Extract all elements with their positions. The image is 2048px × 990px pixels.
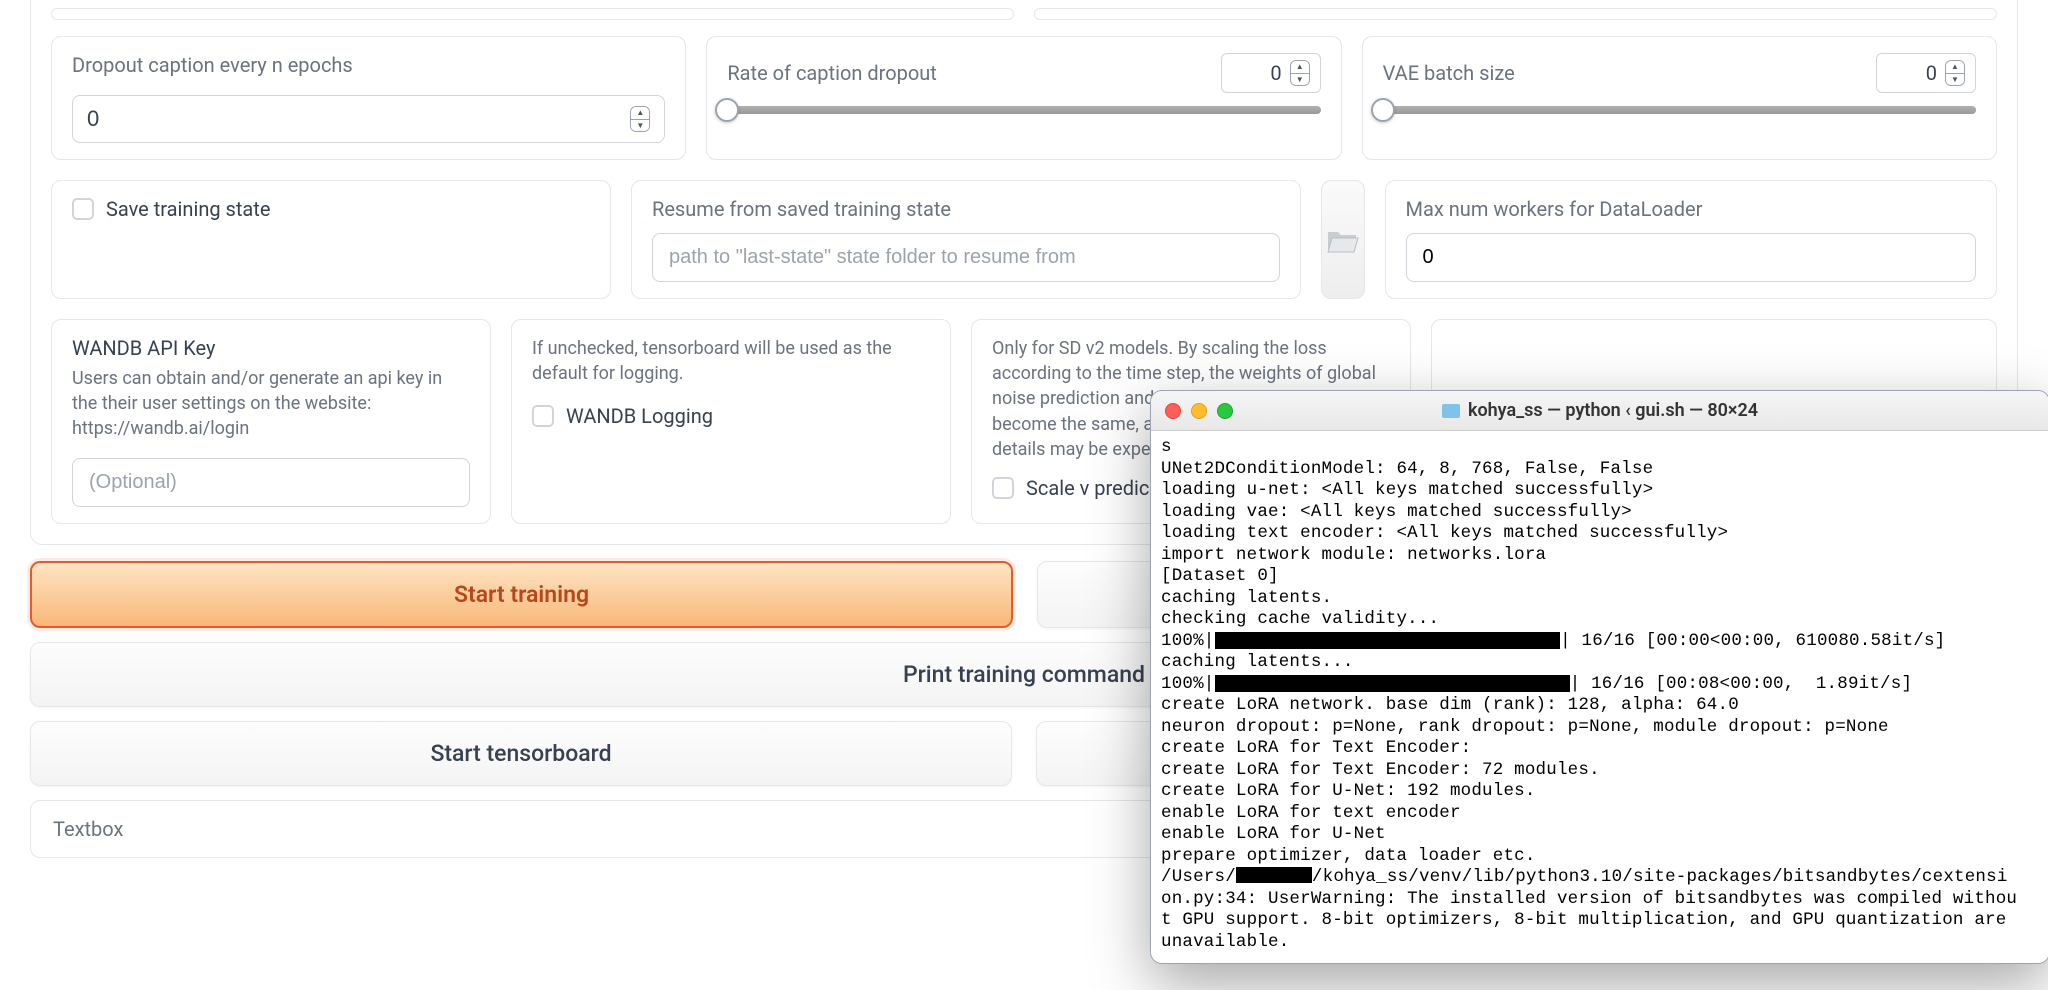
folder-open-icon bbox=[1326, 226, 1360, 254]
window-close-icon[interactable] bbox=[1165, 403, 1181, 419]
label: WANDB Logging bbox=[566, 404, 713, 428]
max-workers-field: Max num workers for DataLoader bbox=[1385, 180, 1997, 299]
stepper[interactable]: ▲ ▼ bbox=[1945, 60, 1965, 86]
save-training-state-field: Save training state bbox=[51, 180, 611, 299]
vae-batch-slider[interactable] bbox=[1383, 107, 1976, 113]
stepper-up-icon[interactable]: ▲ bbox=[631, 107, 649, 120]
terminal-output: s UNet2DConditionModel: 64, 8, 768, Fals… bbox=[1151, 431, 2048, 963]
terminal-title: kohya_ss — python ‹ gui.sh — 80×24 bbox=[1151, 400, 2048, 421]
stepper-down-icon[interactable]: ▼ bbox=[1291, 74, 1309, 86]
dropout-caption-epochs-field: Dropout caption every n epochs ▲ ▼ bbox=[51, 36, 686, 160]
window-maximize-icon[interactable] bbox=[1217, 403, 1233, 419]
vae-batch-value[interactable]: 0 ▲ ▼ bbox=[1876, 53, 1976, 93]
max-workers-input[interactable] bbox=[1406, 233, 1976, 282]
save-training-state-checkbox[interactable] bbox=[72, 198, 94, 220]
wandb-key-field: WANDB API Key Users can obtain and/or ge… bbox=[51, 319, 491, 524]
wandb-logging-checkbox[interactable] bbox=[532, 405, 554, 427]
slider-thumb[interactable] bbox=[1371, 98, 1395, 122]
stepper-down-icon[interactable]: ▼ bbox=[631, 120, 649, 132]
resume-state-input[interactable] bbox=[652, 233, 1280, 282]
start-tensorboard-button[interactable]: Start tensorboard bbox=[30, 721, 1012, 786]
scale-v-checkbox[interactable] bbox=[992, 477, 1014, 499]
label: Textbox bbox=[53, 817, 123, 841]
stepper-down-icon[interactable]: ▼ bbox=[1946, 74, 1964, 86]
label: Rate of caption dropout bbox=[727, 61, 1204, 85]
start-training-button[interactable]: Start training bbox=[30, 561, 1013, 628]
wandb-logging-field: If unchecked, tensorboard will be used a… bbox=[511, 319, 951, 524]
resume-folder-button[interactable] bbox=[1321, 180, 1365, 299]
resume-state-field: Resume from saved training state bbox=[631, 180, 1301, 299]
wandb-key-desc: Users can obtain and/or generate an api … bbox=[72, 366, 470, 442]
label: Resume from saved training state bbox=[652, 197, 1280, 221]
vae-batch-field: VAE batch size 0 ▲ ▼ bbox=[1362, 36, 1997, 160]
terminal-titlebar[interactable]: kohya_ss — python ‹ gui.sh — 80×24 bbox=[1151, 391, 2048, 431]
label: Max num workers for DataLoader bbox=[1406, 197, 1976, 221]
label: Scale v predic bbox=[1026, 476, 1149, 500]
stepper-up-icon[interactable]: ▲ bbox=[1291, 61, 1309, 74]
terminal-window[interactable]: kohya_ss — python ‹ gui.sh — 80×24 s UNe… bbox=[1150, 390, 2048, 964]
stepper[interactable]: ▲ ▼ bbox=[630, 106, 650, 132]
wandb-logging-desc: If unchecked, tensorboard will be used a… bbox=[532, 336, 930, 386]
folder-icon bbox=[1442, 404, 1460, 418]
stepper[interactable]: ▲ ▼ bbox=[1290, 60, 1310, 86]
label: WANDB API Key bbox=[72, 336, 470, 360]
label: Save training state bbox=[106, 197, 270, 221]
dropout-caption-epochs-input[interactable]: ▲ ▼ bbox=[72, 95, 665, 143]
wandb-key-input[interactable] bbox=[72, 458, 470, 507]
caption-dropout-rate-slider[interactable] bbox=[727, 107, 1320, 113]
label: Dropout caption every n epochs bbox=[72, 53, 665, 77]
window-minimize-icon[interactable] bbox=[1191, 403, 1207, 419]
slider-thumb[interactable] bbox=[715, 98, 739, 122]
input[interactable] bbox=[87, 106, 630, 132]
stepper-up-icon[interactable]: ▲ bbox=[1946, 61, 1964, 74]
caption-dropout-rate-value[interactable]: 0 ▲ ▼ bbox=[1221, 53, 1321, 93]
label: VAE batch size bbox=[1383, 61, 1860, 85]
caption-dropout-rate-field: Rate of caption dropout 0 ▲ ▼ bbox=[706, 36, 1341, 160]
